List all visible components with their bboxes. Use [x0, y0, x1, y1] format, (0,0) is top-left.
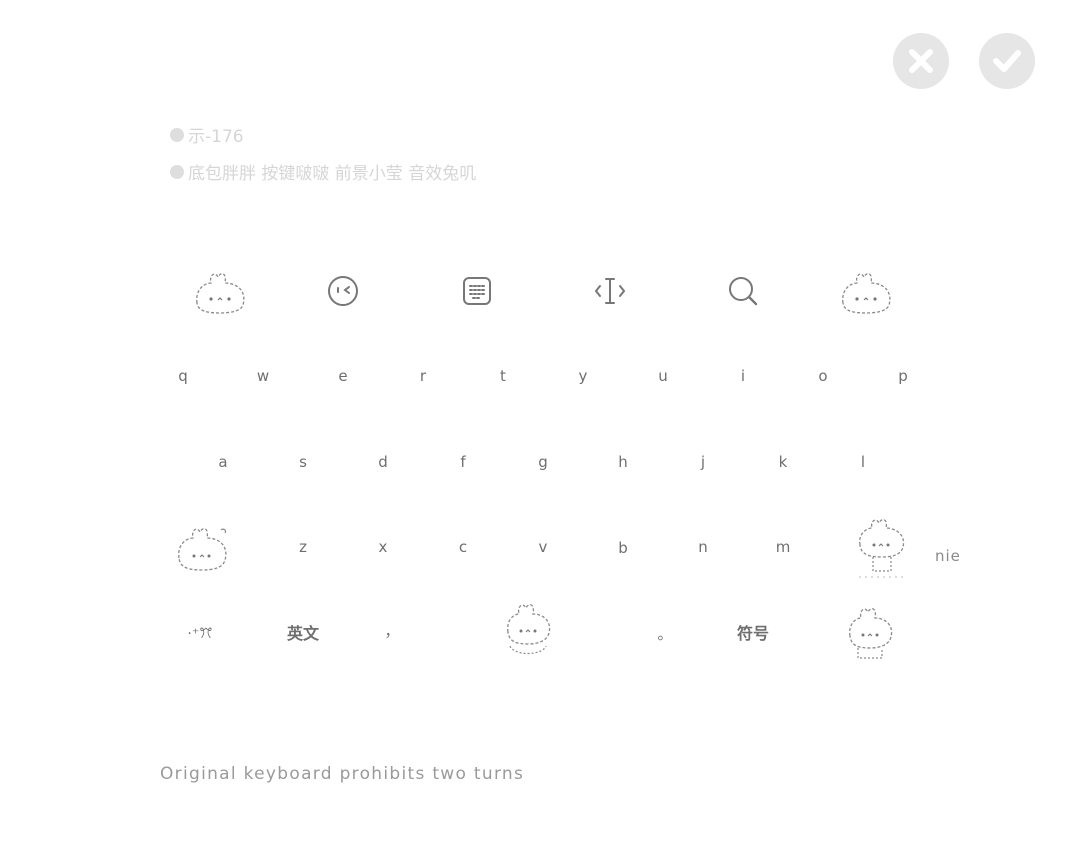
shift-key[interactable] [175, 522, 233, 578]
toolbar-bunny-right[interactable] [836, 262, 896, 320]
close-icon [909, 49, 933, 73]
bunny-backspace-icon [859, 518, 907, 578]
enter-key[interactable] [842, 604, 898, 666]
key-u[interactable]: u [643, 361, 683, 391]
key-t[interactable]: t [483, 361, 523, 391]
candidate-text[interactable]: nie [935, 547, 961, 565]
bullet-dot [170, 127, 184, 142]
symbols-key[interactable]: 符号 [723, 619, 783, 649]
confirm-button[interactable] [979, 33, 1035, 89]
cancel-button[interactable] [893, 33, 949, 89]
emoji-icon [328, 276, 358, 306]
search-icon [729, 277, 758, 306]
key-e[interactable]: e [323, 361, 363, 391]
key-z[interactable]: z [283, 532, 323, 562]
key-j[interactable]: j [683, 447, 723, 477]
theme-id-line: 示-176 [170, 122, 244, 147]
toolbar-cursor[interactable] [580, 262, 640, 320]
bullet-dot [170, 164, 184, 179]
key-v[interactable]: v [523, 532, 563, 562]
bunny-icon [842, 272, 891, 314]
key-w[interactable]: w [243, 361, 283, 391]
key-l[interactable]: l [843, 447, 883, 477]
key-q[interactable]: q [163, 361, 203, 391]
key-x[interactable]: x [363, 532, 403, 562]
toolbar-search[interactable] [713, 262, 773, 320]
key-b[interactable]: b [603, 533, 643, 563]
comma-key[interactable]: ， [372, 616, 412, 646]
footer-note: Original keyboard prohibits two turns [160, 764, 525, 784]
period-key[interactable]: 。 [645, 619, 685, 649]
backspace-key[interactable] [855, 515, 909, 583]
theme-id-text: 示-176 [188, 127, 244, 147]
key-h[interactable]: h [603, 447, 643, 477]
key-n[interactable]: n [683, 532, 723, 562]
bunny-space-icon [507, 603, 551, 655]
toolbar-keyboard[interactable] [447, 262, 507, 320]
key-m[interactable]: m [763, 532, 803, 562]
key-o[interactable]: o [803, 361, 843, 391]
key-s[interactable]: s [283, 447, 323, 477]
check-icon [993, 50, 1021, 72]
space-key[interactable] [500, 600, 556, 664]
key-g[interactable]: g [523, 447, 563, 477]
key-a[interactable]: a [203, 447, 243, 477]
bunny-icon [196, 272, 245, 314]
toolbar-bunny-left[interactable] [190, 262, 250, 320]
toolbar-emoji[interactable] [313, 262, 373, 320]
key-k[interactable]: k [763, 447, 803, 477]
key-y[interactable]: y [563, 361, 603, 391]
symbol-switch-key[interactable]: ·⁺ꔫ [170, 619, 230, 649]
theme-credits-line: 底包胖胖 按键啵啵 前景小莹 音效兔叽 [170, 159, 476, 184]
key-r[interactable]: r [403, 361, 443, 391]
language-switch-key[interactable]: 英文 [273, 619, 333, 649]
bunny-enter-icon [849, 607, 893, 659]
key-f[interactable]: f [443, 447, 483, 477]
key-d[interactable]: d [363, 447, 403, 477]
bunny-shift-icon [178, 527, 227, 571]
theme-credits-text: 底包胖胖 按键啵啵 前景小莹 音效兔叽 [188, 164, 477, 184]
key-p[interactable]: p [883, 361, 923, 391]
key-c[interactable]: c [443, 532, 483, 562]
keyboard-icon [463, 277, 491, 305]
cursor-icon [594, 278, 626, 304]
key-i[interactable]: i [723, 361, 763, 391]
